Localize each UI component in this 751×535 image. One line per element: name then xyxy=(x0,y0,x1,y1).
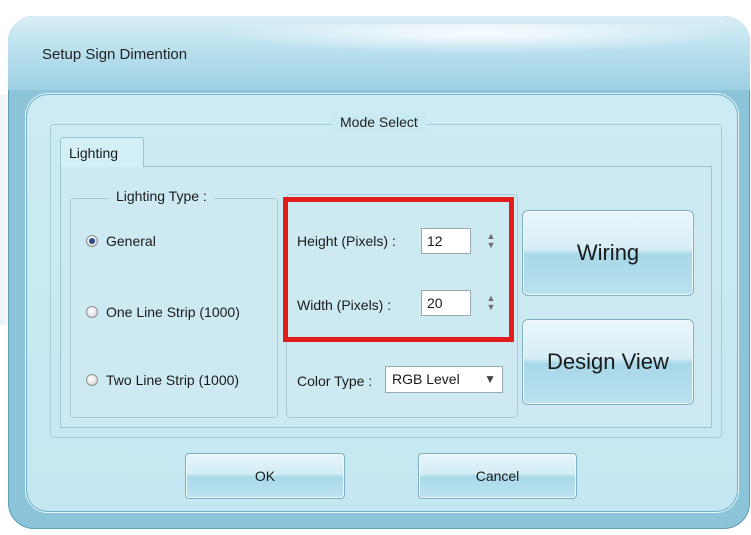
color-type-select[interactable]: RGB Level ▼ xyxy=(385,366,503,393)
lighting-type-legend: Lighting Type : xyxy=(110,188,213,204)
ok-button[interactable]: OK xyxy=(185,453,345,499)
triangle-down-icon: ▼ xyxy=(484,372,496,386)
mode-select-legend: Mode Select xyxy=(332,114,426,130)
title-bar[interactable]: Setup Sign Dimention xyxy=(8,16,750,90)
window-title: Setup Sign Dimention xyxy=(42,46,188,63)
radio-button-icon xyxy=(86,374,98,386)
color-type-value: RGB Level xyxy=(392,371,460,387)
radio-label-general: General xyxy=(106,233,156,249)
wiring-button[interactable]: Wiring xyxy=(522,210,694,296)
radio-general[interactable]: General xyxy=(86,232,156,250)
design-view-button-label: Design View xyxy=(547,349,669,374)
color-type-label: Color Type : xyxy=(297,373,373,389)
radio-button-icon xyxy=(86,306,98,318)
radio-one-line-strip[interactable]: One Line Strip (1000) xyxy=(86,303,240,321)
radio-two-line-strip[interactable]: Two Line Strip (1000) xyxy=(86,371,239,389)
design-view-button[interactable]: Design View xyxy=(522,319,694,405)
radio-button-icon xyxy=(86,235,98,247)
radio-label-two-line-strip: Two Line Strip (1000) xyxy=(106,372,240,388)
radio-label-one-line-strip: One Line Strip (1000) xyxy=(106,304,240,320)
tab-lighting[interactable]: Lighting xyxy=(60,137,144,167)
title-glow xyxy=(218,24,738,54)
highlight-box xyxy=(283,197,514,342)
cancel-button[interactable]: Cancel xyxy=(418,453,577,499)
cancel-button-label: Cancel xyxy=(475,468,520,484)
wiring-button-label: Wiring xyxy=(576,240,640,265)
ok-button-label: OK xyxy=(254,468,276,484)
